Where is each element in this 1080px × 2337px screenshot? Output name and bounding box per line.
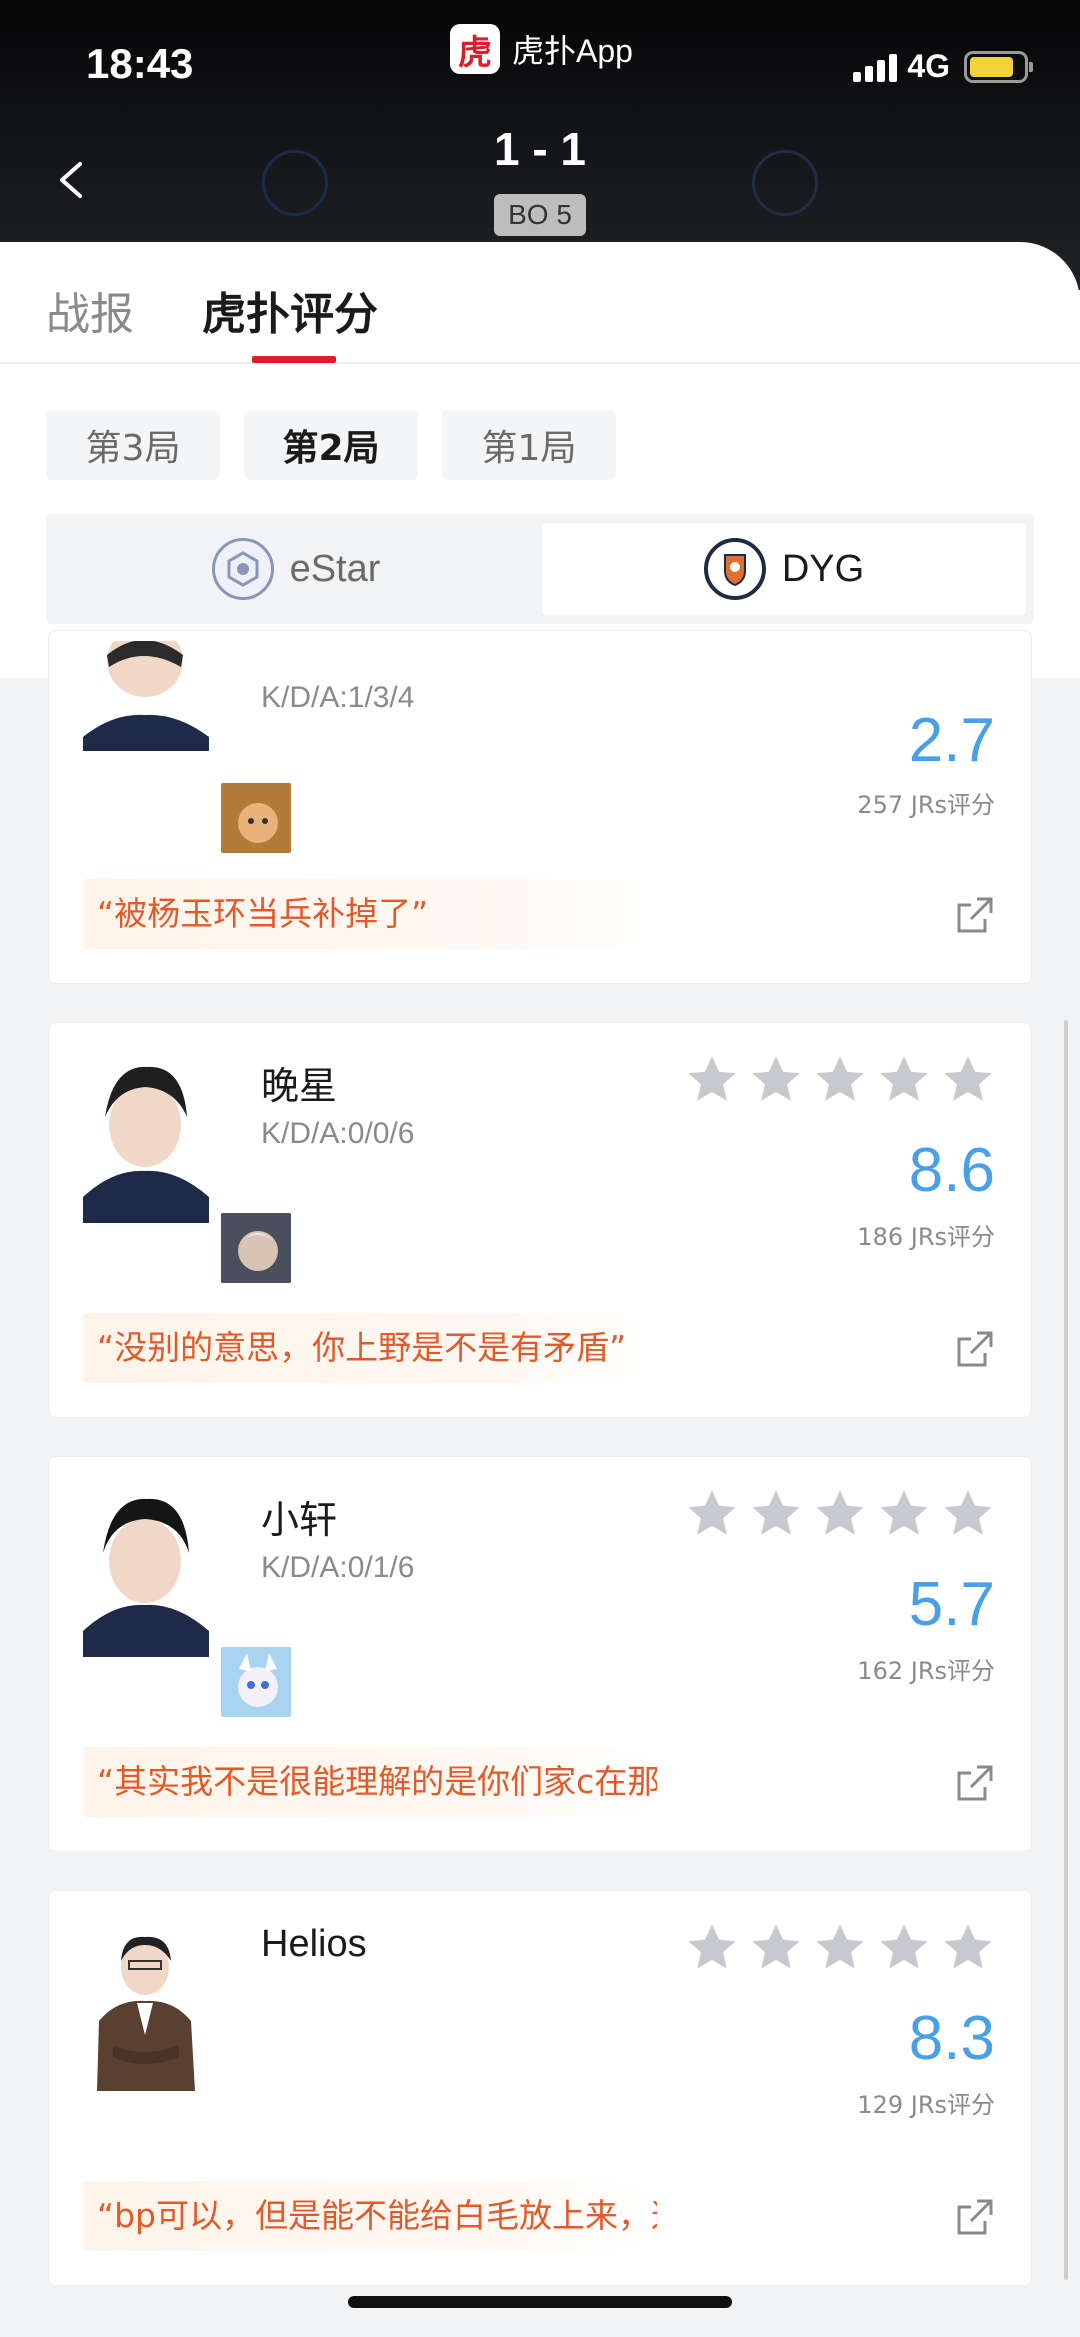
- player-rating: 5.7: [908, 1570, 995, 1639]
- star-icon[interactable]: [749, 1053, 803, 1107]
- match-format-badge: BO 5: [494, 194, 586, 236]
- star-rating-input[interactable]: [685, 1921, 995, 1975]
- star-icon[interactable]: [813, 1053, 867, 1107]
- tab-hupu-rating[interactable]: 虎扑评分: [202, 278, 378, 342]
- player-card: 小轩 K/D/A:0/1/6 5.7 162 JRs评分 “其实我不是很能理解的…: [48, 1456, 1032, 1852]
- team-option-label: DYG: [781, 547, 865, 590]
- network-type: 4G: [907, 48, 950, 84]
- share-icon[interactable]: [955, 1763, 995, 1803]
- top-comment[interactable]: “没别的意思，你上野是不是有矛盾”: [83, 1313, 657, 1383]
- player-kda: K/D/A:1/3/4: [261, 681, 415, 714]
- game-1-button[interactable]: 第1局: [442, 410, 616, 480]
- dyg-logo-icon: [752, 150, 818, 216]
- status-time: 18:43: [86, 40, 194, 87]
- player-avatar: [83, 1057, 209, 1223]
- team-option-dyg[interactable]: DYG: [542, 523, 1026, 615]
- player-name: 晚星: [261, 1066, 338, 1108]
- status-right: 4G: [853, 48, 1033, 85]
- star-icon[interactable]: [685, 1053, 739, 1107]
- star-rating-input[interactable]: [685, 1053, 995, 1107]
- game-2-button[interactable]: 第2局: [244, 410, 418, 480]
- player-name: 小轩: [261, 1500, 338, 1542]
- player-card: Helios 8.3 129 JRs评分 “bp可以，但是能不能给白毛放上来，这…: [48, 1890, 1032, 2286]
- star-icon[interactable]: [877, 1921, 931, 1975]
- team-option-label: eStar: [289, 547, 381, 590]
- game-selector: 第3局 第2局 第1局: [46, 410, 616, 480]
- hupu-app-logo: 虎: [450, 24, 500, 74]
- star-icon[interactable]: [685, 1487, 739, 1541]
- star-rating-input[interactable]: [685, 1487, 995, 1541]
- star-icon[interactable]: [941, 1053, 995, 1107]
- player-avatar: [83, 641, 209, 751]
- star-icon[interactable]: [749, 1921, 803, 1975]
- share-icon[interactable]: [955, 895, 995, 935]
- player-rating: 8.3: [908, 2004, 995, 2073]
- top-comment[interactable]: “bp可以，但是能不能给白毛放上来，这中单诗人啊”: [83, 2181, 657, 2251]
- rating-count: 186 JRs评分: [857, 1223, 995, 1251]
- rating-count: 257 JRs评分: [857, 791, 995, 819]
- star-icon[interactable]: [877, 1487, 931, 1541]
- dyg-badge-icon: [703, 538, 766, 600]
- rating-count: 162 JRs评分: [857, 1657, 995, 1685]
- tab-report[interactable]: 战报: [46, 278, 134, 342]
- home-indicator[interactable]: [348, 2296, 732, 2308]
- star-icon[interactable]: [685, 1921, 739, 1975]
- player-name: Helios: [261, 1923, 367, 1965]
- hero-icon: [219, 1211, 293, 1285]
- top-comment[interactable]: “被杨玉环当兵补掉了”: [83, 879, 657, 949]
- game-3-button[interactable]: 第3局: [46, 410, 220, 480]
- active-tab-indicator: [252, 356, 336, 363]
- star-icon[interactable]: [941, 1487, 995, 1541]
- signal-icon: [853, 52, 898, 82]
- player-avatar: [83, 1491, 209, 1657]
- scrollbar[interactable]: [1064, 1020, 1068, 2280]
- status-app-name: 虎扑App: [512, 33, 633, 69]
- player-rating: 8.6: [908, 1136, 995, 1205]
- star-icon[interactable]: [877, 1053, 931, 1107]
- battery-icon: [964, 50, 1033, 83]
- tab-bar: 战报 虎扑评分: [0, 242, 1080, 364]
- player-avatar: [83, 1925, 209, 2091]
- player-kda: K/D/A:0/0/6: [261, 1117, 415, 1150]
- status-bar: 18:43 虎 虎扑App 4G: [0, 0, 1080, 130]
- hero-icon: [219, 1645, 293, 1719]
- star-icon[interactable]: [941, 1921, 995, 1975]
- top-comment[interactable]: “其实我不是很能理解的是你们家c在那里说了跟不...: [83, 1747, 657, 1817]
- share-icon[interactable]: [955, 2197, 995, 2237]
- star-icon[interactable]: [813, 1921, 867, 1975]
- team-option-estar[interactable]: eStar: [54, 523, 538, 615]
- rating-count: 129 JRs评分: [857, 2091, 995, 2119]
- team-switch: eStar DYG: [46, 514, 1034, 624]
- star-icon[interactable]: [813, 1487, 867, 1541]
- player-rating: 2.7: [908, 706, 995, 775]
- hero-icon: [219, 781, 293, 855]
- share-icon[interactable]: [955, 1329, 995, 1369]
- player-kda: K/D/A:0/1/6: [261, 1551, 415, 1584]
- ratings-panel: 战报 虎扑评分 第3局 第2局 第1局 eStar DYG: [0, 242, 1080, 678]
- player-card: K/D/A:1/3/4 2.7 257 JRs评分 “被杨玉环当兵补掉了”: [48, 630, 1032, 984]
- status-app-indicator: 虎 虎扑App: [450, 24, 633, 74]
- player-card: 晚星 K/D/A:0/0/6 8.6 186 JRs评分 “没别的意思，你上野是…: [48, 1022, 1032, 1418]
- star-icon[interactable]: [749, 1487, 803, 1541]
- estar-badge-icon: [211, 538, 274, 600]
- match-score: 1 - 1: [493, 123, 587, 175]
